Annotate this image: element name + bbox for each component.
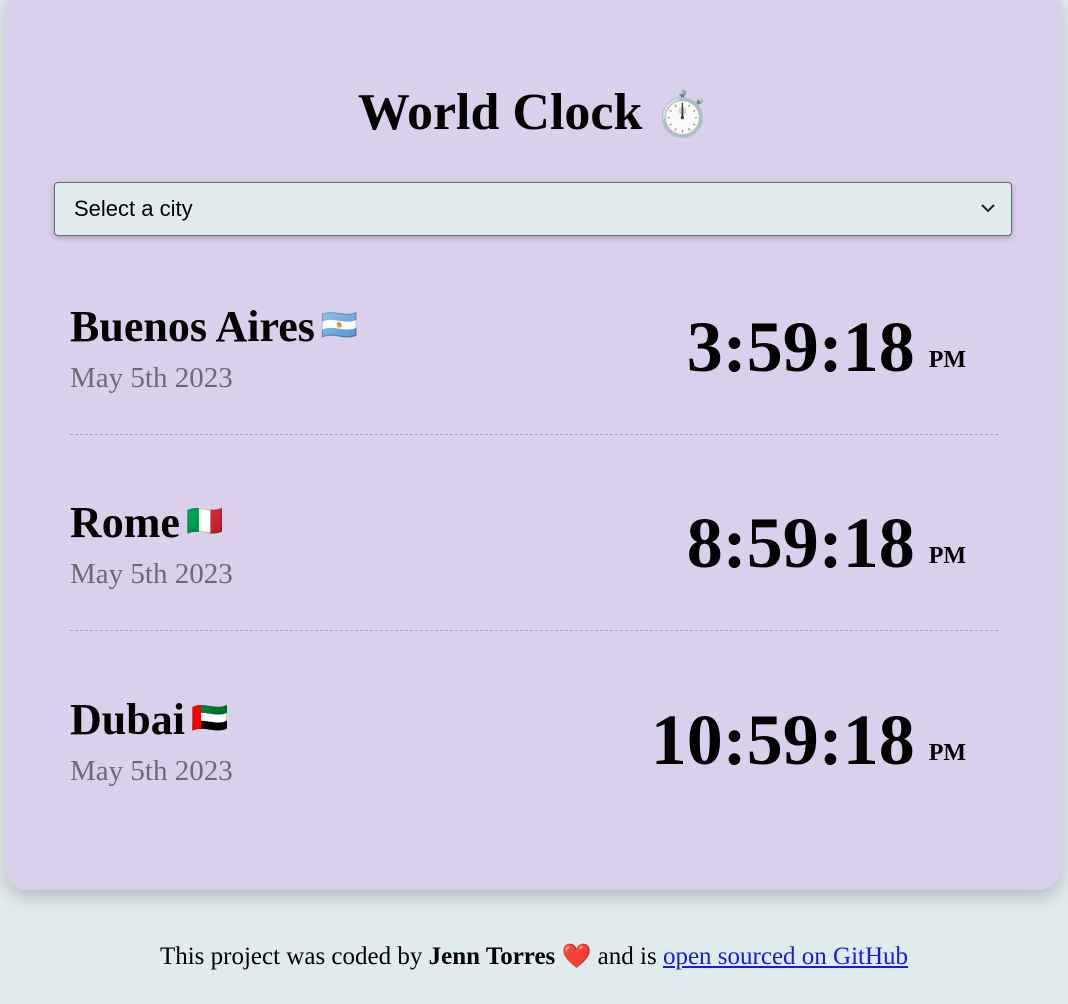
stopwatch-icon: ⏱️ [655,89,711,140]
city-time-value: 10:59:18 [650,700,915,780]
city-time-ampm: PM [928,543,966,569]
city-name-text: Dubai [70,695,185,744]
chevron-down-icon [981,204,995,213]
city-time-ampm: PM [928,740,966,766]
city-time: 10:59:18 PM [651,700,966,800]
city-date: May 5th 2023 [70,558,233,590]
city-select[interactable]: Select a city [54,182,1012,236]
city-time-ampm: PM [928,347,966,373]
heart-icon: ❤️ [561,942,592,970]
city-time: 3:59:18 PM [687,307,966,407]
page-title-text: World Clock [357,84,643,141]
city-name: Dubai 🇦🇪 [70,694,228,745]
city-date: May 5th 2023 [70,362,233,394]
github-link[interactable]: open sourced on GitHub [663,943,908,970]
city-select-value: Select a city [74,196,193,221]
city-name-text: Buenos Aires [70,302,315,351]
uae-flag-icon: 🇦🇪 [190,701,229,736]
city-name-text: Rome [70,498,180,547]
argentina-flag-icon: 🇦🇷 [320,308,359,343]
footer-middle: and is [597,943,657,970]
footer: This project was coded by Jenn Torres ❤️… [0,938,1068,975]
city-row-dubai: Dubai 🇦🇪 May 5th 2023 10:59:18 PM [70,694,998,884]
city-row-rome: Rome 🇮🇹 May 5th 2023 8:59:18 PM [70,497,998,687]
city-date: May 5th 2023 [70,755,233,787]
city-row-buenos-aires: Buenos Aires 🇦🇷 May 5th 2023 3:59:18 PM [70,301,998,491]
italy-flag-icon: 🇮🇹 [185,504,224,539]
footer-author: Jenn Torres [428,943,556,970]
footer-prefix: This project was coded by [159,943,423,970]
city-name: Rome 🇮🇹 [70,497,223,548]
city-time-value: 3:59:18 [686,307,915,387]
city-time-value: 8:59:18 [686,503,915,583]
city-time: 8:59:18 PM [687,503,966,603]
city-divider [70,630,998,631]
page-title: World Clock ⏱️ [0,80,1068,148]
city-name: Buenos Aires 🇦🇷 [70,301,358,352]
city-divider [70,434,998,435]
